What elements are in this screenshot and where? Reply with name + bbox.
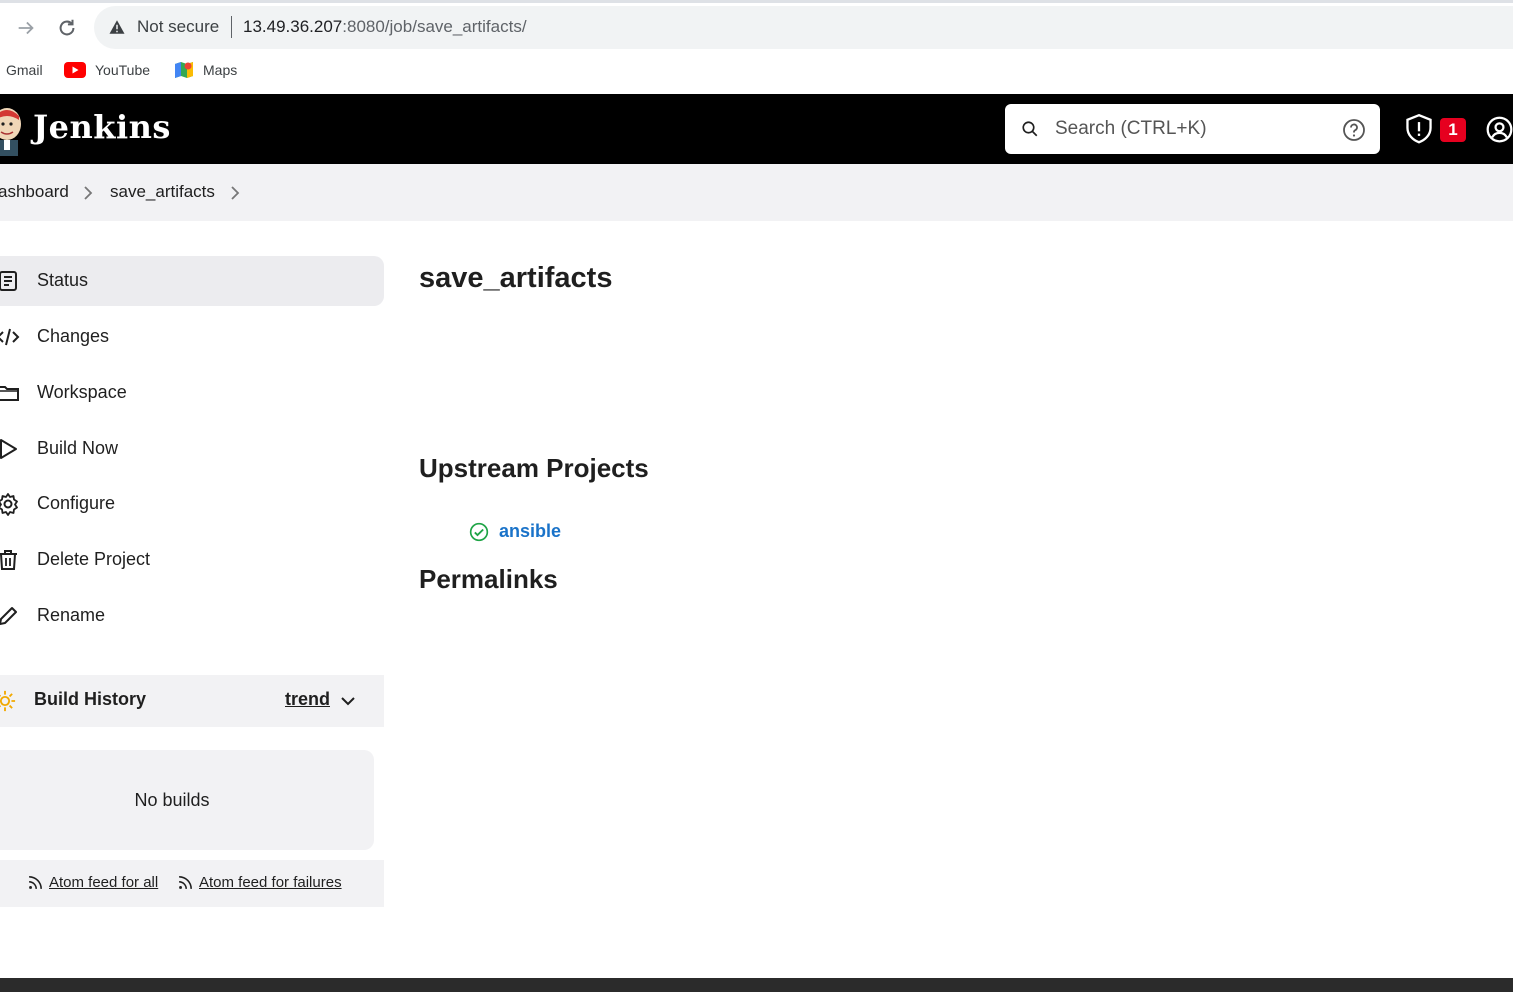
search-input[interactable]: [1055, 116, 1325, 142]
breadcrumb-dashboard[interactable]: ashboard: [0, 182, 69, 202]
sidebar-item-label: Build Now: [37, 438, 119, 458]
bookmark-youtube[interactable]: YouTube: [64, 58, 150, 82]
search-icon: [1022, 121, 1038, 137]
user-icon[interactable]: [1486, 116, 1513, 143]
sidebar-item-changes[interactable]: Changes: [0, 312, 384, 362]
sidebar-item-label: Changes: [37, 326, 110, 346]
rss-icon: [29, 876, 42, 889]
bookmark-label: Gmail: [6, 62, 43, 78]
bookmark-gmail[interactable]: Gmail: [6, 58, 43, 82]
screen: Not secure 13.49.36.207:8080/job/save_ar…: [0, 0, 1513, 992]
warning-icon: [109, 20, 125, 34]
breadcrumb: ashboard save_artifacts: [0, 164, 1513, 221]
sun-weather-icon: [0, 690, 16, 712]
search-box: [1005, 104, 1380, 154]
sidebar-item-label: Status: [37, 270, 89, 290]
url-host: 13.49.36.207: [243, 17, 343, 36]
breadcrumb-job[interactable]: save_artifacts: [110, 182, 215, 202]
upstream-project-item: ansible: [469, 521, 561, 542]
play-icon: [0, 439, 17, 459]
sidebar-item-delete-project[interactable]: Delete Project: [0, 535, 384, 585]
atom-feeds: Atom feed for all Atom feed for failures: [0, 860, 384, 907]
bookmark-maps[interactable]: Maps: [174, 58, 237, 82]
atom-feed-all-link[interactable]: Atom feed for all: [27, 874, 158, 891]
rss-icon: [179, 876, 192, 889]
jenkins-logo-icon[interactable]: [0, 102, 22, 156]
jenkins-header: Jenkins 1: [0, 94, 1513, 164]
code-icon: [0, 328, 20, 346]
reload-button[interactable]: [53, 14, 81, 42]
url-path: :8080/job/save_artifacts/: [342, 17, 527, 36]
sidebar-item-status[interactable]: Status: [0, 256, 384, 306]
youtube-icon: [64, 62, 86, 78]
trend-link[interactable]: trend: [285, 689, 330, 710]
atom-feed-failures-link[interactable]: Atom feed for failures: [177, 874, 342, 891]
sidebar-item-workspace[interactable]: Workspace: [0, 368, 384, 418]
address-bar[interactable]: Not secure 13.49.36.207:8080/job/save_ar…: [94, 6, 1513, 49]
chevron-down-icon[interactable]: [340, 693, 356, 709]
page-title: save_artifacts: [419, 262, 613, 294]
jenkins-title[interactable]: Jenkins: [33, 108, 171, 146]
atom-feed-all-label: Atom feed for all: [49, 874, 159, 891]
address-separator: [231, 16, 232, 38]
arrow-right-icon: [18, 21, 34, 35]
url-text[interactable]: 13.49.36.207:8080/job/save_artifacts/: [243, 17, 527, 37]
trash-icon: [0, 550, 17, 570]
reload-icon: [59, 19, 75, 36]
alert-count-badge[interactable]: 1: [1440, 118, 1466, 142]
bookmark-label: YouTube: [95, 62, 151, 78]
atom-feed-failures-label: Atom feed for failures: [199, 874, 342, 891]
security-shield-icon[interactable]: [1405, 114, 1433, 144]
sidebar-item-build-now[interactable]: Build Now: [0, 424, 384, 474]
maps-icon: [175, 62, 193, 78]
no-builds-text: No builds: [134, 790, 210, 810]
os-taskbar: [0, 978, 1513, 992]
sidebar-item-label: Delete Project: [37, 549, 151, 569]
pencil-icon: [0, 607, 17, 625]
sidebar-item-label: Configure: [37, 493, 116, 513]
upstream-project-link[interactable]: ansible: [499, 521, 561, 542]
chevron-right-icon: [84, 186, 93, 200]
help-icon[interactable]: [1342, 118, 1366, 142]
bookmark-label: Maps: [203, 62, 238, 78]
success-check-icon: [469, 522, 489, 541]
build-history-empty: No builds: [0, 750, 374, 850]
sidebar-item-label: Rename: [37, 605, 106, 625]
sidebar-item-rename[interactable]: Rename: [0, 591, 384, 641]
folder-icon: [0, 386, 19, 401]
upstream-projects-heading: Upstream Projects: [419, 453, 649, 483]
status-icon: [0, 271, 17, 291]
browser-chrome: Not secure 13.49.36.207:8080/job/save_ar…: [0, 0, 1513, 94]
forward-button[interactable]: [12, 14, 40, 42]
sidebar-item-configure[interactable]: Configure: [0, 479, 384, 529]
build-history-header: Build History trend: [0, 675, 384, 727]
tab-strip: [0, 0, 1513, 3]
sidebar-item-label: Workspace: [37, 382, 127, 402]
chevron-right-icon[interactable]: [229, 185, 241, 201]
build-history-title: Build History: [34, 689, 147, 709]
permalinks-heading: Permalinks: [419, 564, 558, 594]
gear-icon: [0, 493, 18, 516]
security-label[interactable]: Not secure: [137, 17, 219, 37]
